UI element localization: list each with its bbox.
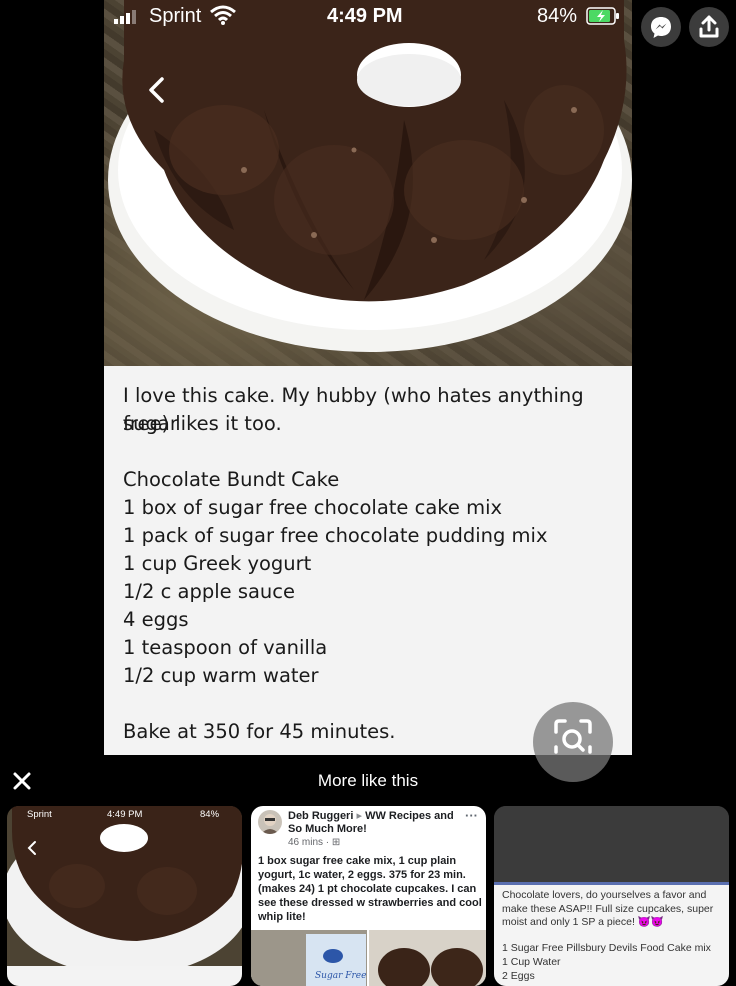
mini-status-bar: Sprint 4:49 PM 84% — [7, 806, 242, 822]
more-options-icon[interactable]: ··· — [465, 808, 478, 823]
message-button[interactable] — [641, 7, 681, 47]
box-label: Sugar Free — [315, 971, 366, 981]
share-button[interactable] — [689, 7, 729, 47]
cupcakes-image — [369, 930, 486, 986]
ingredient-line: 1 Sugar Free Pillsbury Devils Food Cake … — [502, 942, 711, 954]
dark-header-area — [494, 806, 729, 882]
recipe-title: Chocolate Bundt Cake — [123, 468, 340, 491]
chevron-left-icon[interactable] — [138, 70, 178, 110]
battery-icon — [586, 7, 619, 25]
ingredient-line: 1 Cup Water — [502, 956, 561, 968]
chat-bubble-icon — [651, 17, 671, 38]
post-time: 46 mins · ⊞ — [288, 837, 341, 848]
more-like-this-header: More like this — [0, 760, 736, 804]
bundt-cake-illustration — [108, 0, 632, 352]
avatar — [258, 810, 282, 834]
ingredient-line: 1 cup Greek yogurt — [123, 552, 312, 575]
battery-percent: 84% — [537, 5, 578, 27]
related-pin-card[interactable]: Sprint 4:49 PM 84% — [7, 806, 242, 986]
mini-battery: 84% — [200, 809, 220, 820]
ingredient-line: 1/2 c apple sauce — [123, 580, 296, 603]
mini-carrier: Sprint — [27, 809, 52, 820]
cake-photo — [104, 0, 632, 366]
status-time: 4:49 PM — [327, 5, 403, 27]
ingredient-line: 1/2 cup warm water — [123, 664, 319, 687]
pin-image[interactable]: I love this cake. My hubby (who hates an… — [104, 0, 632, 755]
status-bar: Sprint 4:49 PM 84% — [104, 0, 632, 34]
privacy-icon: ⊞ — [331, 837, 341, 848]
post-text-area: Chocolate lovers, do yourselves a favor … — [494, 885, 729, 986]
ingredient-line: 1 teaspoon of vanilla — [123, 636, 328, 659]
ingredient-line: 2 Eggs — [502, 970, 535, 982]
cake-thumbnail — [7, 806, 242, 986]
author-name: Deb Ruggeri — [288, 810, 354, 822]
devil-emoji-icon: 😈😈 — [637, 916, 664, 928]
ingredient-line: 1 pack of sugar free chocolate pudding m… — [123, 524, 548, 547]
signal-icon — [114, 10, 136, 24]
wifi-icon — [210, 5, 236, 25]
related-pin-card[interactable]: Chocolate lovers, do yourselves a favor … — [494, 806, 729, 986]
share-upload-icon — [699, 15, 719, 38]
post-header: Deb Ruggeri ▸ WW Recipes and So Much Mor… — [288, 810, 458, 836]
visual-search-icon — [554, 719, 592, 754]
cake-mix-box-image: Sugar Free — [251, 930, 367, 986]
more-like-this-title: More like this — [317, 771, 419, 790]
ingredient-line: 1 box of sugar free chocolate cake mix — [123, 496, 503, 519]
ingredient-line: 4 eggs — [123, 608, 189, 631]
arrow-right-icon: ▸ — [356, 810, 362, 822]
intro-line: free) likes it too. — [123, 412, 282, 435]
post-body: 1 box sugar free cake mix, 1 cup plain y… — [258, 855, 482, 923]
mini-time: 4:49 PM — [107, 809, 143, 820]
related-pin-card[interactable]: Deb Ruggeri ▸ WW Recipes and So Much Mor… — [251, 806, 486, 986]
carrier-name: Sprint — [149, 5, 202, 27]
post-description: Chocolate lovers, do yourselves a favor … — [502, 889, 714, 928]
recipe-text-area: I love this cake. My hubby (who hates an… — [104, 366, 632, 755]
